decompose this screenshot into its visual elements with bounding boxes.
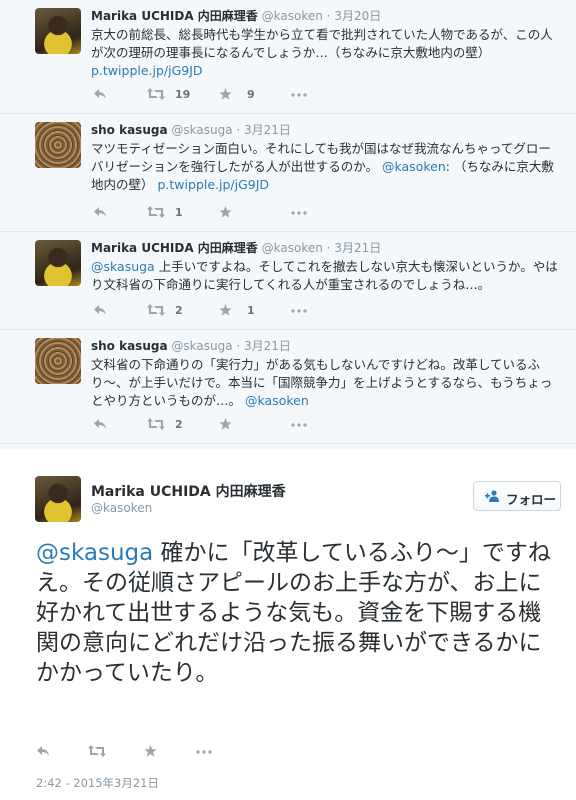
tweet-1[interactable]: Marika UCHIDA 内田麻理香 @kasoken · 3月20日 京大の… xyxy=(0,0,576,114)
retweet-count: 2 xyxy=(175,304,183,317)
tweet-date[interactable]: 2:42 - 2015年3月21日 xyxy=(36,775,159,791)
avatar[interactable] xyxy=(35,8,81,54)
mention-link[interactable]: @kasoken xyxy=(382,159,446,174)
follow-button[interactable]: フォロー xyxy=(473,481,561,511)
favorite-count: 9 xyxy=(247,88,255,101)
tweet-4[interactable]: sho kasuga @skasuga · 3月21日 文科省の下命通りの「実行… xyxy=(0,330,576,444)
handle[interactable]: @kasoken xyxy=(262,241,323,255)
timestamp[interactable]: 3月21日 xyxy=(244,123,291,137)
retweet-count: 1 xyxy=(175,206,183,219)
fullname[interactable]: Marika UCHIDA 内田麻理香 xyxy=(91,9,258,23)
follow-label: フォロー xyxy=(506,492,557,507)
avatar[interactable] xyxy=(35,122,81,168)
tweet-text: 京大の前総長、総長時代も学生から立て看で批判されていた人物であるが、この人が次の… xyxy=(91,27,553,60)
handle[interactable]: @skasuga xyxy=(171,123,232,137)
retweet-count: 2 xyxy=(175,418,183,431)
tweet-2[interactable]: sho kasuga @skasuga · 3月21日 マツモティゼーション面白… xyxy=(0,114,576,232)
handle[interactable]: @kasoken xyxy=(91,501,152,515)
tweet-text: 上手いですよね。そしてこれを撤去しない京大も懐深いというか。やはり文科省の下命通… xyxy=(91,259,558,292)
favorite-count: 1 xyxy=(247,304,255,317)
timestamp[interactable]: 3月21日 xyxy=(334,241,381,255)
handle[interactable]: @kasoken xyxy=(262,9,323,23)
tweet-text: @skasuga 確かに「改革しているふり〜」ですねえ。その従順さアピールのお上… xyxy=(36,538,561,688)
retweet-count: 19 xyxy=(175,88,191,101)
mention-link[interactable]: @skasuga xyxy=(91,259,155,274)
mention-link[interactable]: @kasoken xyxy=(245,393,309,408)
fullname[interactable]: Marika UCHIDA 内田麻理香 xyxy=(91,241,258,255)
fullname[interactable]: Marika UCHIDA 内田麻理香 xyxy=(91,481,286,501)
photo-link[interactable]: p.twipple.jp/jG9JD xyxy=(91,63,203,78)
avatar[interactable] xyxy=(35,476,81,522)
timestamp[interactable]: 3月21日 xyxy=(244,339,291,353)
mention-link[interactable]: @skasuga xyxy=(36,540,153,566)
fullname[interactable]: sho kasuga xyxy=(91,339,168,353)
avatar[interactable] xyxy=(35,338,81,384)
timestamp[interactable]: 3月20日 xyxy=(334,9,381,23)
fullname[interactable]: sho kasuga xyxy=(91,123,168,137)
tweet-3[interactable]: Marika UCHIDA 内田麻理香 @kasoken · 3月21日 @sk… xyxy=(0,232,576,330)
handle[interactable]: @skasuga xyxy=(171,339,232,353)
add-user-icon xyxy=(485,490,499,502)
avatar[interactable] xyxy=(35,240,81,286)
tweet-text: 文科省の下命通りの「実行力」がある気もしないんですけどね。改革しているふり〜、が… xyxy=(91,357,553,408)
photo-link[interactable]: p.twipple.jp/jG9JD xyxy=(158,177,270,192)
